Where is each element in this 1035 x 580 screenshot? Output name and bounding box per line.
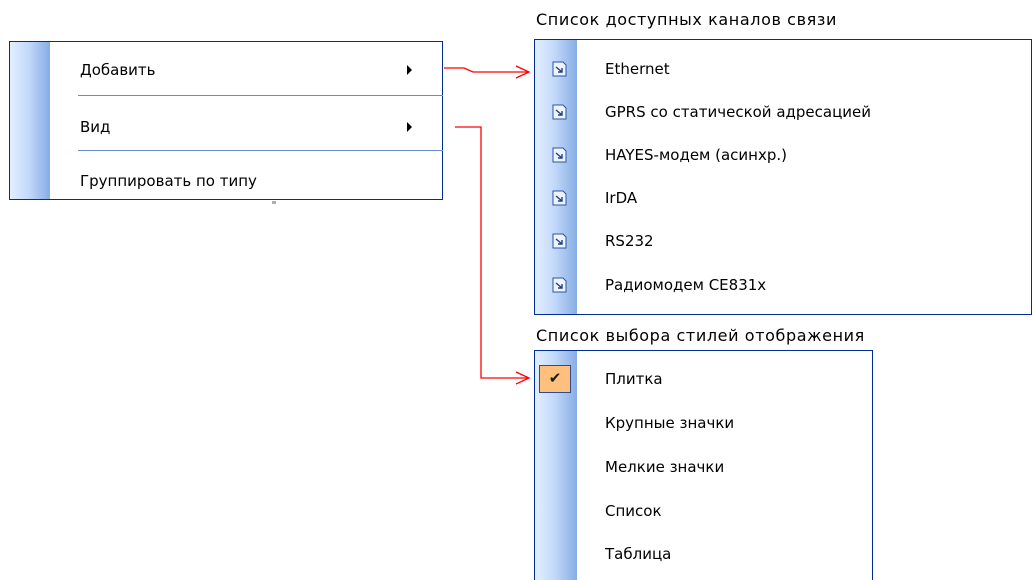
menu-item-view[interactable]: Вид	[10, 110, 442, 144]
channel-label: GPRS со статической адресацией	[605, 103, 872, 121]
channel-item[interactable]: IrDA	[535, 181, 1031, 215]
channel-icon	[552, 233, 567, 249]
channel-item[interactable]: Радиомодем CE831x	[535, 268, 1031, 302]
view-style-label: Плитка	[605, 370, 663, 388]
channel-label: RS232	[605, 232, 654, 250]
view-style-item[interactable]: ✔ Плитка	[535, 362, 872, 396]
channel-label: HAYES-модем (асинхр.)	[605, 146, 787, 164]
view-style-item[interactable]: Список	[535, 494, 872, 528]
channel-icon	[552, 61, 567, 77]
channel-item[interactable]: Ethernet	[535, 52, 1031, 86]
channel-item[interactable]: HAYES-модем (асинхр.)	[535, 138, 1031, 172]
channels-caption: Список доступных каналов связи	[536, 10, 837, 29]
channel-icon	[552, 147, 567, 163]
arrow-add-to-channels	[444, 67, 528, 73]
menu-item-view-label: Вид	[80, 118, 111, 136]
menu-separator	[78, 95, 443, 96]
channel-label: IrDA	[605, 189, 638, 207]
view-style-label: Мелкие значки	[605, 458, 725, 476]
channel-item[interactable]: RS232	[535, 224, 1031, 258]
menu-item-add-label: Добавить	[80, 61, 156, 79]
view-style-label: Крупные значки	[605, 414, 735, 432]
submenu-arrow-icon	[407, 65, 412, 75]
checked-highlight: ✔	[539, 365, 571, 393]
channel-item[interactable]: GPRS со статической адресацией	[535, 95, 1031, 129]
context-menu: Добавить Вид Группировать по типу	[9, 41, 443, 200]
channel-icon	[552, 104, 567, 120]
background-artifact	[272, 201, 276, 204]
view-style-item[interactable]: Таблица	[535, 537, 872, 571]
channel-label: Радиомодем CE831x	[605, 276, 767, 294]
view-styles-caption: Список выбора стилей отображения	[536, 326, 865, 345]
submenu-arrow-icon	[407, 122, 412, 132]
menu-separator	[78, 150, 443, 151]
menu-item-group-by-type-label: Группировать по типу	[80, 172, 257, 190]
menu-item-add[interactable]: Добавить	[10, 53, 442, 87]
arrow-view-to-styles	[455, 126, 528, 379]
channel-icon	[552, 277, 567, 293]
channel-label: Ethernet	[605, 60, 670, 78]
menu-item-group-by-type[interactable]: Группировать по типу	[10, 164, 442, 198]
view-style-item[interactable]: Мелкие значки	[535, 450, 872, 484]
view-style-label: Таблица	[605, 545, 672, 563]
arrow-head-styles	[515, 371, 531, 385]
checkmark-icon: ✔	[548, 369, 562, 387]
view-styles-menu: ✔ Плитка Крупные значки Мелкие значки Сп…	[534, 350, 873, 580]
view-style-item[interactable]: Крупные значки	[535, 406, 872, 440]
channel-icon	[552, 190, 567, 206]
view-style-label: Список	[605, 502, 662, 520]
arrow-head-channels	[515, 65, 531, 79]
channels-menu: Ethernet GPRS со статической адресацией …	[534, 39, 1032, 315]
